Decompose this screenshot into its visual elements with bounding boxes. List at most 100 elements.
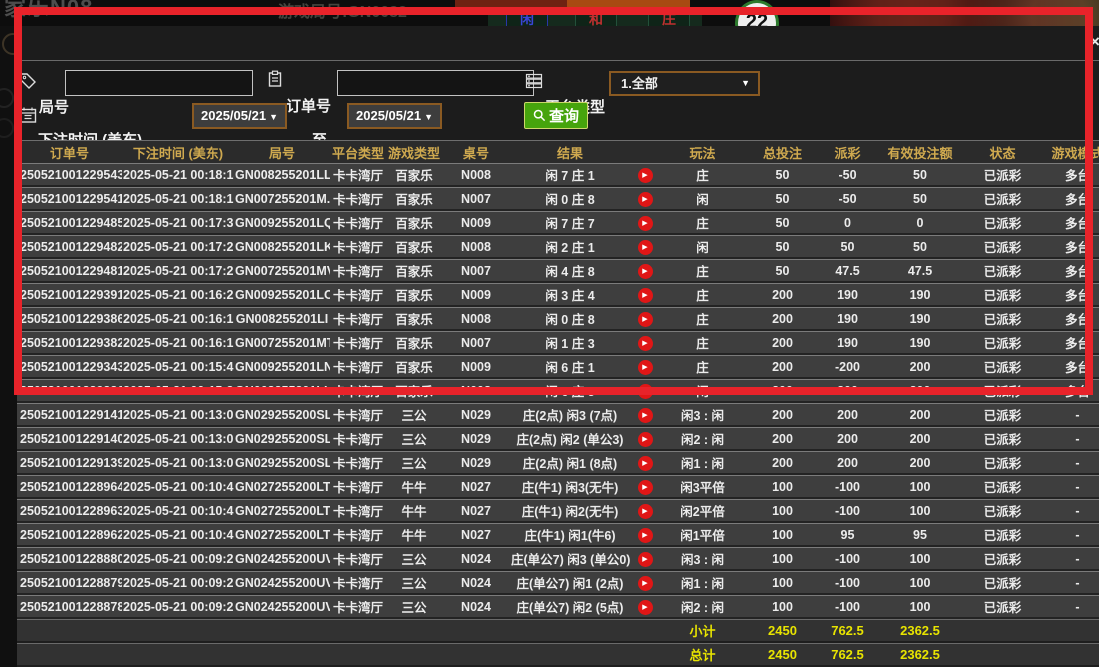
table-row: 250521001228879 2025-05-21 00:09:26 GN02… [17,571,1099,595]
cell-platform: 卡卡湾厅 [330,283,386,307]
replay-play-button[interactable]: ▶ [638,360,653,375]
cell-platform: 卡卡湾厅 [330,475,386,499]
cell-valid-bet: 100 [875,475,965,499]
replay-play-button[interactable]: ▶ [638,384,653,399]
cell-total-bet: 200 [745,331,820,355]
cell-table-no: N008 [442,379,510,403]
banker-tile: 庄 [648,10,690,26]
cell-game-type: 牛牛 [386,475,442,499]
cell-status: 已派彩 [965,235,1040,259]
cell-payout: 47.5 [820,259,875,283]
redaction-bar-dark [455,0,567,9]
order-no-input[interactable] [337,70,534,96]
cell-round-no: GN024255200UV [234,547,330,571]
cell-wager: 庄 [660,259,745,283]
dialog-header-divider [17,60,1099,61]
cell-platform: 卡卡湾厅 [330,259,386,283]
platform-type-value: 1.全部 [621,76,658,91]
cell-total-bet: 50 [745,235,820,259]
cell-status: 已派彩 [965,259,1040,283]
cell-status: 已派彩 [965,163,1040,187]
cell-round-no: GN027255200LT [234,523,330,547]
replay-play-button[interactable]: ▶ [638,480,653,495]
cell-wager: 闲 [660,235,745,259]
replay-play-button[interactable]: ▶ [638,312,653,327]
cell-replay: ▶ [630,379,660,403]
cell-game-type: 牛牛 [386,523,442,547]
cell-platform: 卡卡湾厅 [330,211,386,235]
replay-play-button[interactable]: ▶ [638,576,653,591]
cell-wager: 闲3平倍 [660,475,745,499]
cell-order-no: 250521001228878 [17,595,122,619]
cell-payout: -100 [820,595,875,619]
replay-play-button[interactable]: ▶ [638,264,653,279]
query-button[interactable]: 查询 [524,102,588,129]
platform-type-select[interactable]: 1.全部 ▼ [609,71,760,96]
cell-bet-time: 2025-05-21 00:13:00 [122,451,234,475]
cell-table-no: N009 [442,355,510,379]
replay-play-button[interactable]: ▶ [638,408,653,423]
cell-status: 已派彩 [965,523,1040,547]
cell-game-mode: - [1040,547,1099,571]
background-game-bar: 家乐N08 游戏局号:GN0082 闲 和 庄 22 [0,0,1099,26]
cell-valid-bet: 100 [875,571,965,595]
round-no-input[interactable] [65,70,253,96]
cell-round-no: GN009255201LN [234,355,330,379]
column-header: 游戏类型 [386,140,442,163]
cell-bet-time: 2025-05-21 00:13:00 [122,403,234,427]
cell-replay: ▶ [630,571,660,595]
replay-play-button[interactable]: ▶ [638,288,653,303]
cell-result: 庄(2点) 闲2 (单公3) [510,427,630,451]
date-from-value: 2025/05/21 [201,108,266,123]
cell-replay: ▶ [630,187,660,211]
close-icon[interactable]: × [1090,32,1099,52]
cell-game-type: 百家乐 [386,163,442,187]
cell-game-mode: - [1040,595,1099,619]
table-row: 250521001229139 2025-05-21 00:13:00 GN02… [17,451,1099,475]
cell-valid-bet: 100 [875,547,965,571]
cell-result: 闲 6 庄 1 [510,355,630,379]
date-from-picker[interactable]: 2025/05/21▼ [192,103,287,129]
cell-round-no: GN024255200UV [234,571,330,595]
cell-platform: 卡卡湾厅 [330,547,386,571]
replay-play-button[interactable]: ▶ [638,168,653,183]
cell-game-type: 三公 [386,547,442,571]
table-row: 250521001228964 2025-05-21 00:10:41 GN02… [17,475,1099,499]
replay-play-button[interactable]: ▶ [638,192,653,207]
replay-play-button[interactable]: ▶ [638,216,653,231]
cell-status: 已派彩 [965,451,1040,475]
cell-result: 闲 1 庄 3 [510,331,630,355]
cell-replay: ▶ [630,475,660,499]
cell-payout: -200 [820,355,875,379]
background-roadmap-circle [0,118,14,138]
cell-table-no: N024 [442,595,510,619]
cell-total-bet: 50 [745,163,820,187]
cell-round-no: GN009255201LQ [234,211,330,235]
cell-order-no: 250521001229485 [17,211,122,235]
date-to-picker[interactable]: 2025/05/21▼ [347,103,442,129]
cell-payout: 190 [820,331,875,355]
cell-round-no: GN029255200SL [234,451,330,475]
cell-total-bet: 200 [745,283,820,307]
cell-total-bet: 200 [745,307,820,331]
replay-play-button[interactable]: ▶ [638,432,653,447]
replay-play-button[interactable]: ▶ [638,456,653,471]
replay-play-button[interactable]: ▶ [638,552,653,567]
replay-play-button[interactable]: ▶ [638,528,653,543]
total-bet: 2450 [745,643,820,667]
cell-replay: ▶ [630,259,660,283]
cell-game-type: 三公 [386,595,442,619]
cell-wager: 庄 [660,355,745,379]
cell-order-no: 250521001228963 [17,499,122,523]
total-label: 总计 [660,643,745,667]
replay-play-button[interactable]: ▶ [638,336,653,351]
replay-play-button[interactable]: ▶ [638,240,653,255]
cell-bet-time: 2025-05-21 00:18:16 [122,187,234,211]
replay-play-button[interactable]: ▶ [638,504,653,519]
subtotal-payout: 762.5 [820,619,875,643]
chevron-down-icon: ▼ [741,73,750,94]
replay-play-button[interactable]: ▶ [638,600,653,615]
cell-game-mode: - [1040,403,1099,427]
cell-valid-bet: 95 [875,523,965,547]
cell-platform: 卡卡湾厅 [330,499,386,523]
